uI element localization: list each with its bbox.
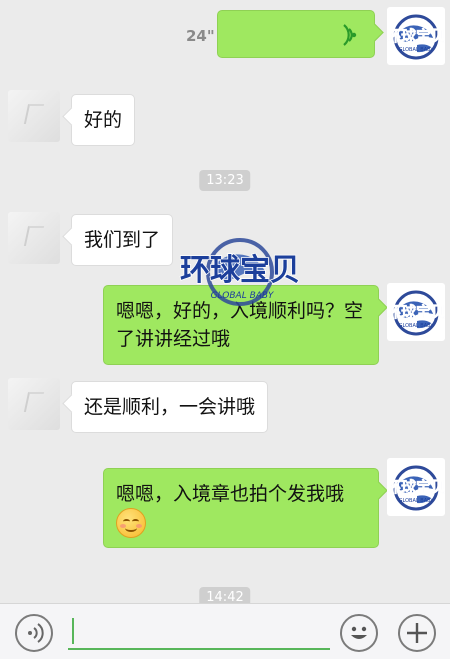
emoji-button[interactable] (340, 614, 378, 652)
my-avatar[interactable]: 环球宝贝 GLOBAL BABY (387, 7, 445, 65)
chat-area[interactable]: 24" 环球宝贝 GLOBAL BABY 好的 13:23 我们到了 嗯嗯，好的… (0, 0, 450, 603)
logo-subtext: GLOBAL BABY (399, 498, 435, 504)
plus-button[interactable] (398, 614, 436, 652)
smiling-blush-emoji-icon (116, 508, 146, 538)
message-text: 嗯嗯，入境章也拍个发我哦 (116, 483, 345, 505)
timestamp: 14:42 (199, 587, 251, 603)
logo-subtext: GLOBAL BABY (399, 323, 435, 329)
global-baby-logo: 环球宝贝 GLOBAL BABY (387, 14, 445, 60)
message-text: 嗯嗯，好的，入境顺利吗？空了讲讲经过哦 (116, 300, 364, 350)
voice-message-bubble[interactable] (217, 10, 375, 58)
message-text: 好的 (84, 109, 123, 131)
message-bubble-incoming[interactable]: 我们到了 (71, 214, 174, 266)
message-bubble-outgoing[interactable]: 嗯嗯，好的，入境顺利吗？空了讲讲经过哦 (103, 285, 379, 365)
my-avatar[interactable]: 环球宝贝 GLOBAL BABY (387, 458, 445, 516)
voice-wave-icon (343, 24, 357, 46)
contact-avatar[interactable] (8, 90, 60, 142)
message-text: 我们到了 (84, 229, 161, 251)
voice-mode-button[interactable] (15, 614, 53, 652)
timestamp: 13:23 (199, 170, 251, 191)
input-bar (0, 603, 450, 659)
logo-text: 环球宝贝 (387, 27, 445, 45)
watermark-text: 环球宝贝 (180, 253, 300, 288)
message-bubble-outgoing[interactable]: 嗯嗯，入境章也拍个发我哦 (103, 468, 379, 548)
global-baby-logo: 环球宝贝 GLOBAL BABY (387, 465, 445, 511)
emoji-icon (351, 626, 367, 639)
global-baby-logo: 环球宝贝 GLOBAL BABY (387, 290, 445, 336)
message-bubble-incoming[interactable]: 好的 (71, 94, 136, 146)
logo-text: 环球宝贝 (387, 303, 445, 321)
contact-avatar[interactable] (8, 378, 60, 430)
message-text: 还是顺利，一会讲哦 (84, 396, 256, 418)
logo-subtext: GLOBAL BABY (399, 47, 435, 53)
contact-avatar[interactable] (8, 212, 60, 264)
voice-mode-icon (28, 623, 44, 643)
my-avatar[interactable]: 环球宝贝 GLOBAL BABY (387, 283, 445, 341)
logo-text: 环球宝贝 (387, 478, 445, 496)
text-caret (72, 618, 74, 644)
voice-duration: 24" (186, 27, 215, 45)
message-bubble-incoming[interactable]: 还是顺利，一会讲哦 (71, 381, 269, 433)
message-input[interactable] (68, 616, 330, 650)
plus-icon (407, 623, 427, 643)
